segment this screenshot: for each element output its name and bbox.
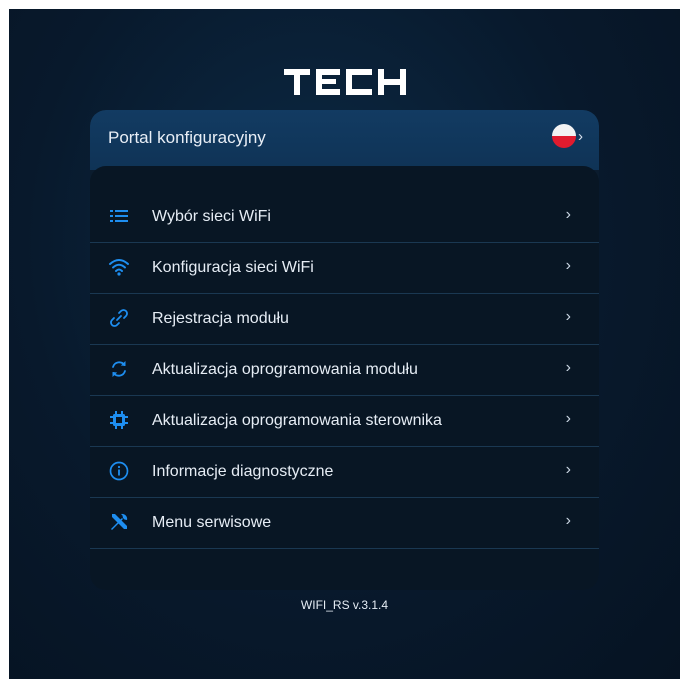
menu-item-label: Aktualizacja oprogramowania sterownika (152, 412, 442, 429)
menu-item-label: Konfiguracja sieci WiFi (152, 259, 314, 276)
link-icon (108, 307, 130, 329)
tools-icon (108, 511, 130, 533)
chevron-right-icon: › (565, 461, 571, 478)
chevron-right-icon: › (565, 257, 571, 274)
menu-item-diagnostics[interactable]: Informacje diagnostyczne › (90, 447, 599, 498)
config-panel: Portal konfiguracyjny › Wybór sieci WiFi… (90, 110, 599, 590)
refresh-icon (108, 358, 130, 380)
menu-item-wifi-selection[interactable]: Wybór sieci WiFi › (90, 192, 599, 243)
info-icon (108, 460, 130, 482)
version-label: WIFI_RS v.3.1.4 (300, 598, 389, 612)
page-title: Portal konfiguracyjny (108, 128, 266, 147)
menu-item-label: Wybór sieci WiFi (152, 208, 271, 225)
menu-item-wifi-config[interactable]: Konfiguracja sieci WiFi › (90, 243, 599, 294)
menu-item-controller-update[interactable]: Aktualizacja oprogramowania sterownika › (90, 396, 599, 447)
wifi-icon (108, 256, 130, 278)
menu-item-label: Rejestracja modułu (152, 310, 289, 327)
chevron-right-icon: › (565, 206, 571, 223)
tech-logo-mark (283, 69, 406, 95)
chevron-right-icon: › (578, 127, 583, 145)
panel-header: Portal konfiguracyjny › (90, 110, 599, 170)
menu-container: Wybór sieci WiFi › Konfiguracja sieci Wi… (90, 166, 599, 590)
language-selector[interactable]: › (552, 124, 583, 148)
chevron-right-icon: › (565, 308, 571, 325)
menu-list: Wybór sieci WiFi › Konfiguracja sieci Wi… (90, 192, 599, 549)
chip-icon (108, 409, 130, 431)
poland-flag-icon (552, 124, 576, 148)
menu-item-service-menu[interactable]: Menu serwisowe › (90, 498, 599, 549)
tech-logo (9, 65, 680, 99)
chevron-right-icon: › (565, 410, 571, 427)
list-icon (108, 205, 130, 227)
menu-item-label: Informacje diagnostyczne (152, 463, 334, 480)
menu-item-label: Menu serwisowe (152, 514, 272, 531)
app-screen: Portal konfiguracyjny › Wybór sieci WiFi… (9, 9, 680, 679)
chevron-right-icon: › (565, 359, 571, 376)
menu-item-module-registration[interactable]: Rejestracja modułu › (90, 294, 599, 345)
menu-item-module-update[interactable]: Aktualizacja oprogramowania modułu › (90, 345, 599, 396)
menu-item-label: Aktualizacja oprogramowania modułu (152, 361, 418, 378)
chevron-right-icon: › (565, 512, 571, 529)
